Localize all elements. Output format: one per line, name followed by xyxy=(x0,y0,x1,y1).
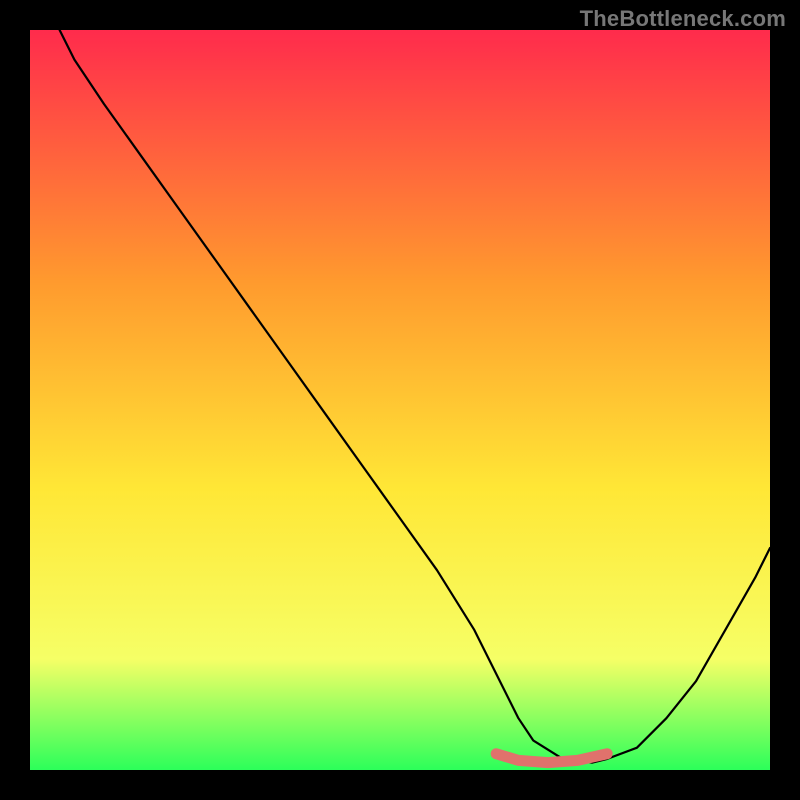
chart-frame: TheBottleneck.com xyxy=(0,0,800,800)
plot-area xyxy=(30,30,770,770)
watermark-label: TheBottleneck.com xyxy=(580,6,786,32)
plot-svg xyxy=(30,30,770,770)
gradient-background xyxy=(30,30,770,770)
